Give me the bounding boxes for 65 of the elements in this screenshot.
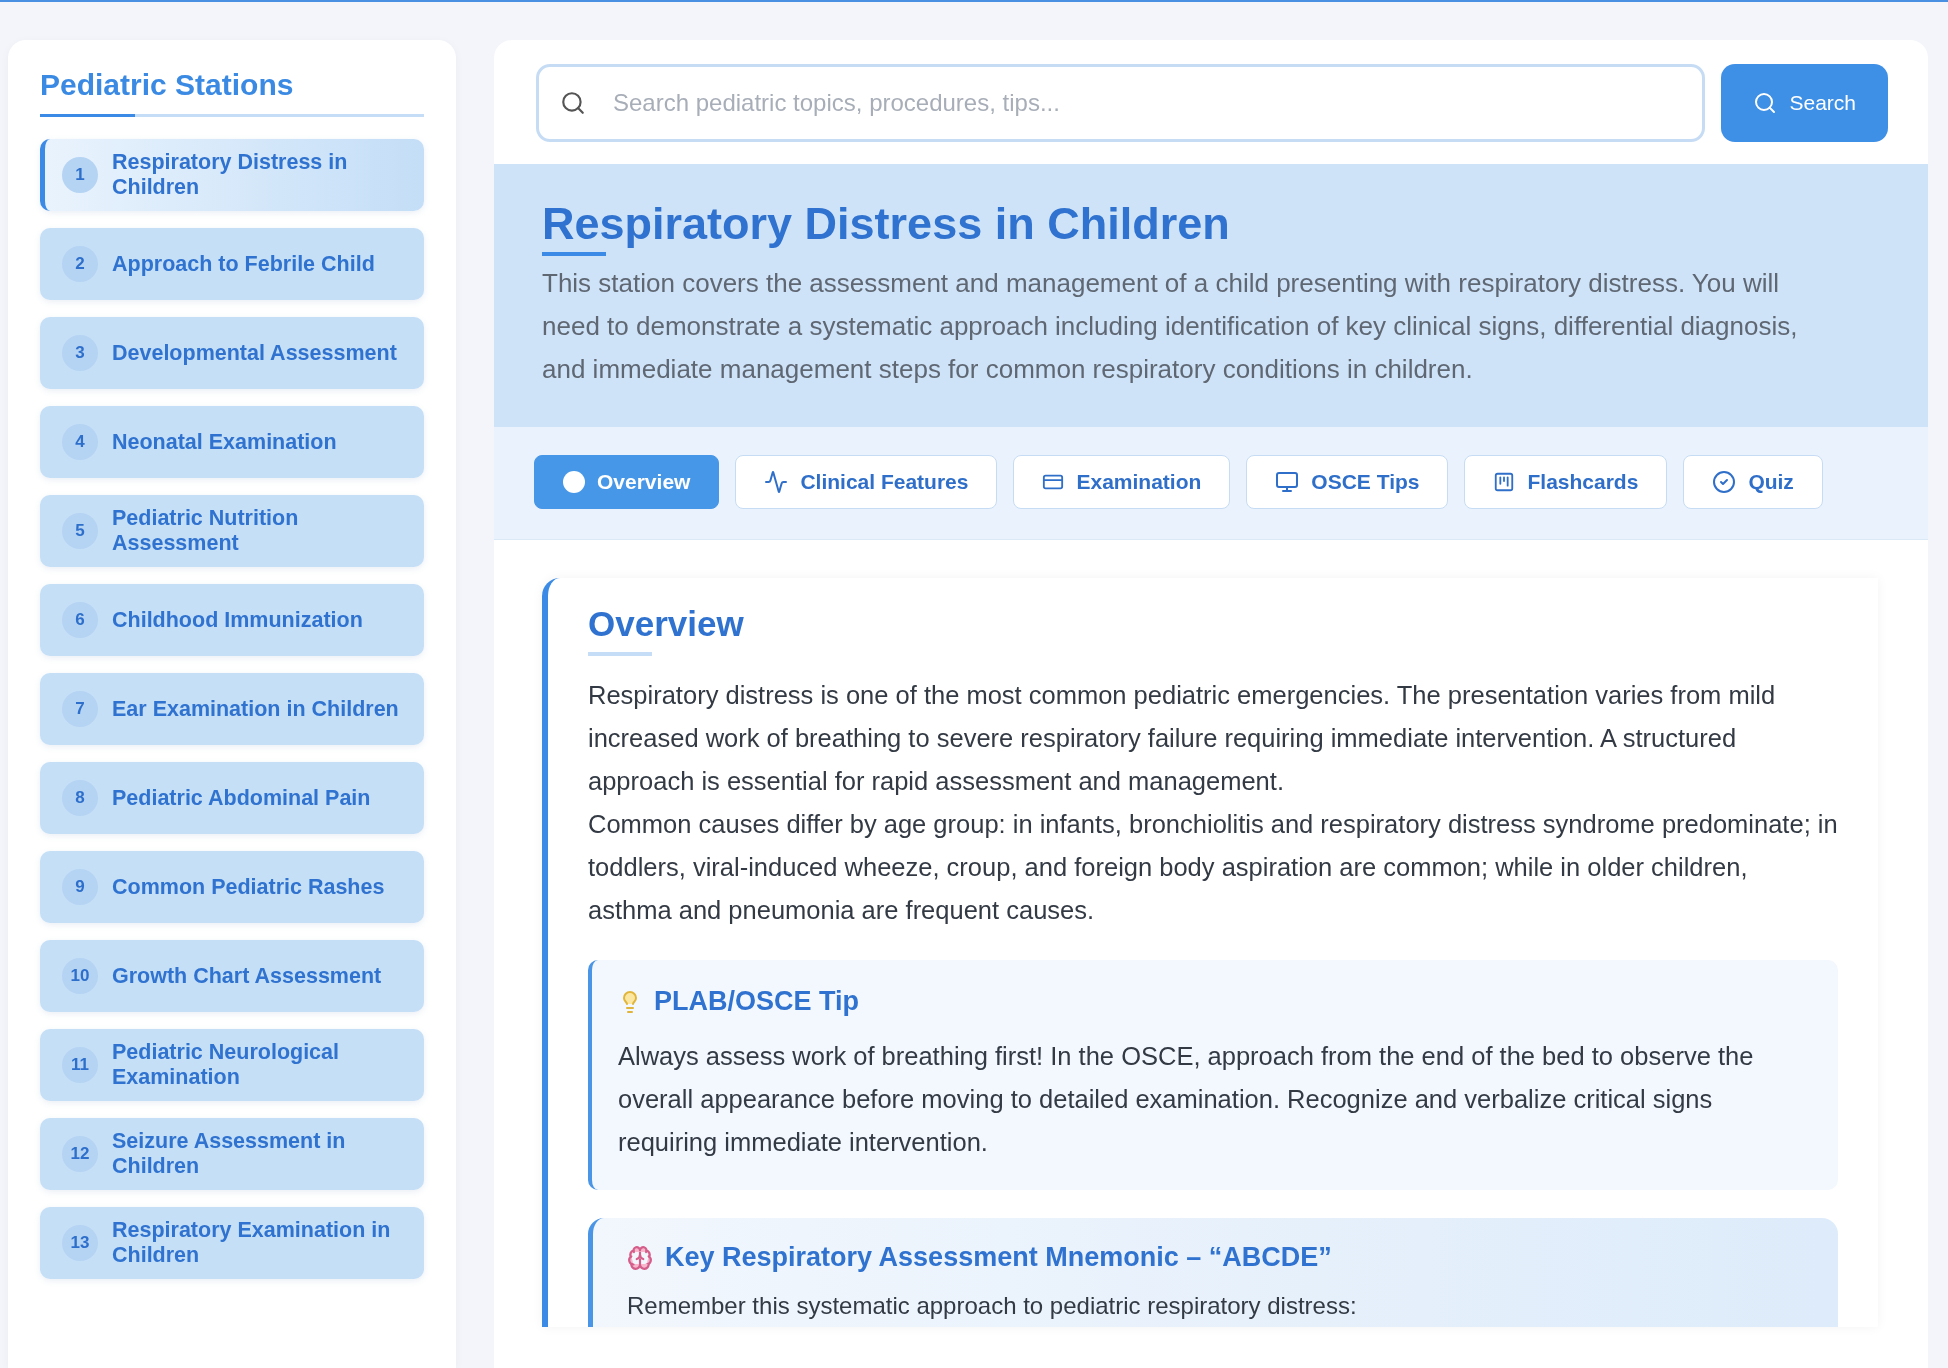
station-number: 10 <box>62 958 98 994</box>
mnemonic-text: Remember this systematic approach to pediatric respiratory distress: <box>627 1291 1358 1321</box>
brain-icon <box>627 1244 653 1271</box>
station-title: Ear Examination in Children <box>112 696 399 722</box>
station-title: Respiratory Examination in Children <box>112 1218 392 1268</box>
station-item[interactable]: 12 Seizure Assessment in Children <box>40 1118 424 1190</box>
tab[interactable]: Overview <box>534 455 720 509</box>
station-item[interactable]: 4 Neonatal Examination <box>40 406 424 478</box>
check-circle-icon <box>1712 470 1737 494</box>
station-title: Seizure Assessment in Children <box>112 1129 347 1179</box>
tab[interactable]: Examination <box>1013 455 1231 509</box>
station-number: 6 <box>62 602 98 638</box>
station-title: Growth Chart Assessment <box>112 963 382 989</box>
search-icon <box>560 90 586 116</box>
station-item[interactable]: 9 Common Pediatric Rashes <box>40 851 424 923</box>
tip-title: PLAB/OSCE Tip <box>654 986 860 1017</box>
station-number: 9 <box>62 869 98 905</box>
station-title: Pediatric Neurological Examination <box>112 1040 340 1090</box>
station-number: 12 <box>62 1136 98 1172</box>
station-title: Pediatric Nutrition Assessment <box>112 506 300 556</box>
station-title: Pediatric Abdominal Pain <box>112 785 371 811</box>
station-item[interactable]: 6 Childhood Immunization <box>40 584 424 656</box>
station-number: 2 <box>62 246 98 282</box>
station-number: 7 <box>62 691 98 727</box>
station-number: 8 <box>62 780 98 816</box>
station-item[interactable]: 11 Pediatric Neurological Examination <box>40 1029 424 1101</box>
body-paragraph: Respiratory distress is one of the most common pediatric emergencies. The presentation varies from mild increased work of breathing to severe respiratory failure requiring immediate intervention. A structured approach is essential for rapid assessment and management. <box>588 680 1777 797</box>
search-button[interactable]: Search <box>1721 64 1888 142</box>
station-item[interactable]: 7 Ear Examination in Children <box>40 673 424 745</box>
station-heading: Respiratory Distress in Children <box>542 198 1230 250</box>
station-title: Neonatal Examination <box>112 429 337 455</box>
pulse-icon <box>764 470 789 494</box>
mnemonic-title: Key Respiratory Assessment Mnemonic – “ABCDE” <box>665 1242 1332 1273</box>
station-title: Childhood Immunization <box>112 607 363 633</box>
tab[interactable]: Flashcards <box>1464 455 1668 509</box>
station-title: Respiratory Distress in Children <box>112 150 349 200</box>
station-item[interactable]: 1 Respiratory Distress in Children <box>40 139 424 211</box>
station-item[interactable]: 10 Growth Chart Assessment <box>40 940 424 1012</box>
station-number: 1 <box>62 157 98 193</box>
station-item[interactable]: 3 Developmental Assessment <box>40 317 424 389</box>
station-number: 13 <box>62 1225 98 1261</box>
monitor-icon <box>1275 470 1300 494</box>
station-number: 4 <box>62 424 98 460</box>
station-item[interactable]: 13 Respiratory Examination in Children <box>40 1207 424 1279</box>
station-item[interactable]: 5 Pediatric Nutrition Assessment <box>40 495 424 567</box>
board-icon <box>1493 471 1516 493</box>
station-description: This station covers the assessment and management of a child presenting with respiratory distress. You will need to demonstrate a systematic approach including identification of key clinical signs, differential diagnosis, and immediate management steps for common respiratory conditions in children. <box>542 267 1799 386</box>
sidebar-title: Pediatric Stations <box>40 68 295 103</box>
tab[interactable]: Quiz <box>1683 455 1823 509</box>
tab[interactable]: Clinical Features <box>735 455 998 509</box>
search-icon <box>1753 91 1778 115</box>
section-heading: Overview <box>588 604 744 644</box>
station-number: 5 <box>62 513 98 549</box>
tab[interactable]: OSCE Tips <box>1246 455 1449 509</box>
station-number: 11 <box>62 1047 98 1083</box>
tip-text: Always assess work of breathing first! In the OSCE, approach from the end of the bed to observe the overall appearance before moving to detailed examination. Recognize and verbalize critical signs requiring immediate intervention. <box>618 1041 1755 1158</box>
search-field[interactable]: Search pediatric topics, procedures, tips... <box>536 64 1706 142</box>
station-title: Common Pediatric Rashes <box>112 874 385 900</box>
station-item[interactable]: 8 Pediatric Abdominal Pain <box>40 762 424 834</box>
station-title: Approach to Febrile Child <box>112 251 375 277</box>
station-number: 3 <box>62 335 98 371</box>
station-item[interactable]: 2 Approach to Febrile Child <box>40 228 424 300</box>
body-paragraph: Common causes differ by age group: in infants, bronchiolitis and respiratory distress syndrome predominate; in toddlers, viral-induced wheeze, croup, and foreign body aspiration are common; while in older children, asthma and pneumonia are frequent causes. <box>588 809 1838 926</box>
circle-icon <box>563 471 585 493</box>
station-title: Developmental Assessment <box>112 340 397 366</box>
